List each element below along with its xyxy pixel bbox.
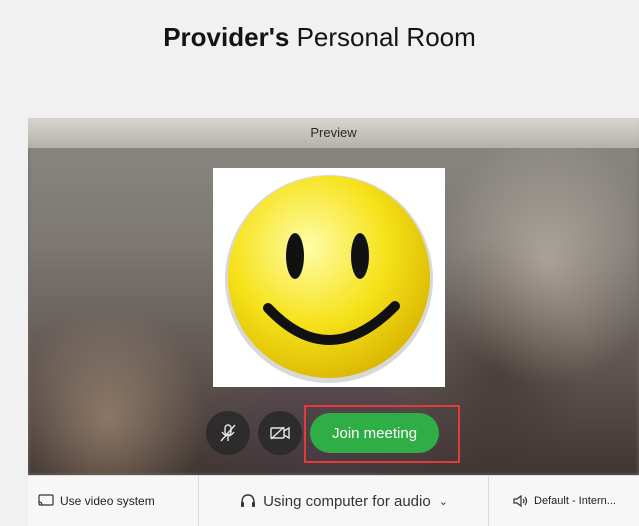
avatar	[213, 168, 445, 387]
audio-selector[interactable]: Using computer for audio ⌄	[199, 493, 488, 510]
room-name: Personal Room	[296, 22, 476, 52]
speaker-label: Default - Intern...	[534, 495, 616, 507]
smiley-face-icon	[225, 175, 433, 383]
cast-icon	[38, 494, 54, 506]
speaker-selector[interactable]: Default - Intern...	[488, 476, 639, 526]
preview-header: Preview	[28, 118, 639, 148]
video-button[interactable]	[258, 411, 302, 455]
chevron-down-icon: ⌄	[438, 495, 448, 508]
mic-muted-icon	[220, 424, 236, 442]
room-owner: Provider's	[163, 22, 290, 52]
video-off-icon	[270, 426, 290, 440]
use-video-system-button[interactable]: Use video system	[28, 476, 199, 526]
footer-bar: Use video system Using computer for audi…	[28, 475, 639, 526]
use-video-system-label: Use video system	[60, 494, 155, 508]
page-title: Provider's Personal Room	[0, 22, 639, 53]
mute-button[interactable]	[206, 411, 250, 455]
speaker-icon	[513, 494, 528, 508]
join-button-highlight	[304, 405, 460, 463]
headset-icon	[241, 494, 256, 507]
audio-label: Using computer for audio	[263, 492, 431, 510]
